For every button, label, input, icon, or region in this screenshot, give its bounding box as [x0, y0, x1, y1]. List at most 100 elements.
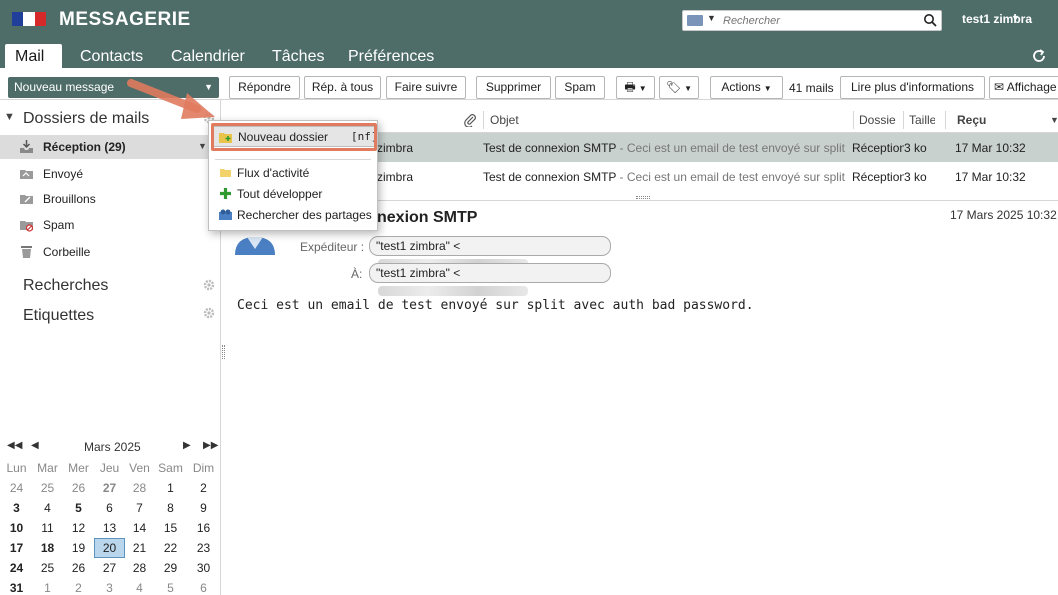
calendar-day[interactable]: 25 [32, 478, 63, 498]
mail-type-icon[interactable] [687, 15, 703, 26]
calendar-day[interactable]: 24 [1, 478, 32, 498]
attachment-icon[interactable] [463, 113, 477, 127]
reply-button[interactable]: Répondre [229, 76, 300, 99]
tags-header[interactable]: Etiquettes [0, 305, 221, 327]
next-year-icon[interactable]: ▶▶ [203, 440, 218, 451]
calendar-day[interactable]: 8 [155, 498, 186, 518]
calendar-day[interactable]: 3 [94, 578, 125, 595]
calendar-day[interactable]: 19 [63, 538, 94, 558]
calendar-day[interactable]: 10 [1, 518, 32, 538]
collapse-arrow-icon[interactable]: ▼ [4, 111, 15, 123]
folder-spam[interactable]: Spam [0, 213, 221, 237]
user-menu[interactable]: test1 zimbra [962, 12, 1032, 26]
calendar-day[interactable]: 4 [32, 498, 63, 518]
calendar-day[interactable]: 5 [155, 578, 186, 595]
folder-inbox[interactable]: Réception (29) ▼ [0, 135, 221, 159]
forward-button[interactable]: Faire suivre [386, 76, 466, 99]
column-separator [903, 111, 904, 129]
searches-header[interactable]: Recherches [0, 275, 221, 297]
calendar-day[interactable]: 4 [124, 578, 155, 595]
calendar-day[interactable]: 13 [94, 518, 125, 538]
search-box[interactable]: ▼ [682, 10, 942, 31]
calendar-day[interactable]: 27 [94, 558, 125, 578]
calendar-day[interactable]: 6 [94, 498, 125, 518]
menu-item-activity-feed[interactable]: Flux d'activité [209, 162, 377, 183]
calendar-day[interactable]: 29 [155, 558, 186, 578]
tags-title: Etiquettes [23, 307, 95, 324]
calendar-day[interactable]: 30 [188, 558, 219, 578]
column-size[interactable]: Taille [909, 113, 935, 127]
pane-resize-handle[interactable] [636, 196, 650, 199]
next-month-icon[interactable]: ▶ [183, 440, 191, 451]
calendar-day[interactable]: 26 [63, 478, 94, 498]
calendar-day[interactable]: 23 [188, 538, 219, 558]
folder-drafts[interactable]: Brouillons [0, 187, 221, 211]
tab-tasks[interactable]: Tâches [262, 44, 334, 68]
tag-button[interactable]: 🏷 ▼ [659, 76, 699, 99]
column-folder[interactable]: Dossie [859, 113, 896, 127]
search-icon[interactable] [923, 13, 937, 27]
refresh-icon[interactable] [1030, 47, 1048, 65]
folder-sent[interactable]: Envoyé [0, 162, 221, 186]
calendar-day[interactable]: 21 [124, 538, 155, 558]
calendar-day[interactable]: 7 [124, 498, 155, 518]
menu-item-label: Tout développer [237, 187, 323, 201]
calendar-today[interactable]: 20 [94, 538, 125, 558]
sort-arrow-icon[interactable]: ▼ [1050, 115, 1058, 125]
calendar-day[interactable]: 9 [188, 498, 219, 518]
chevron-down-icon[interactable]: ▼ [1011, 13, 1020, 23]
row-folder: Réception [852, 141, 904, 155]
calendar-day[interactable]: 5 [63, 498, 94, 518]
reading-pane: nexion SMTP 17 Mars 2025 10:32 Expéditeu… [227, 200, 1058, 595]
prev-month-icon[interactable]: ◀ [31, 440, 39, 451]
sidebar-resize-handle[interactable] [222, 345, 225, 359]
gear-icon[interactable] [203, 279, 215, 291]
calendar-day[interactable]: 1 [32, 578, 63, 595]
search-input[interactable] [723, 13, 919, 29]
calendar-day[interactable]: 3 [1, 498, 32, 518]
calendar-day[interactable]: 26 [63, 558, 94, 578]
actions-button[interactable]: Actions ▼ [710, 76, 783, 99]
calendar-day[interactable]: 2 [63, 578, 94, 595]
tab-mail[interactable]: Mail [5, 44, 62, 68]
tab-contacts[interactable]: Contacts [70, 44, 153, 68]
calendar-day[interactable]: 14 [124, 518, 155, 538]
folder-trash[interactable]: Corbeille [0, 240, 221, 264]
calendar-day[interactable]: 2 [188, 478, 219, 498]
calendar-day[interactable]: 28 [124, 478, 155, 498]
column-received[interactable]: Reçu [957, 113, 986, 127]
calendar-day[interactable]: 6 [188, 578, 219, 595]
calendar-day[interactable]: 28 [124, 558, 155, 578]
print-button[interactable]: 🖶 ▼ [616, 76, 655, 99]
calendar-day[interactable]: 27 [94, 478, 125, 498]
calendar-day[interactable]: 12 [63, 518, 94, 538]
menu-item-find-shares[interactable]: Rechercher des partages [209, 204, 377, 225]
calendar-day[interactable]: 25 [32, 558, 63, 578]
row-received: 17 Mar 10:32 [955, 141, 1026, 155]
calendar-day[interactable]: 22 [155, 538, 186, 558]
spam-button[interactable]: Spam [555, 76, 605, 99]
calendar-day[interactable]: 17 [1, 538, 32, 558]
folder-label: Corbeille [43, 245, 91, 259]
tab-preferences[interactable]: Préférences [338, 44, 444, 68]
calendar-day[interactable]: 1 [155, 478, 186, 498]
calendar-day[interactable]: 16 [188, 518, 219, 538]
calendar-day[interactable]: 24 [1, 558, 32, 578]
delete-button[interactable]: Supprimer [476, 76, 551, 99]
tab-calendar[interactable]: Calendrier [161, 44, 255, 68]
calendar-day[interactable]: 15 [155, 518, 186, 538]
read-more-button[interactable]: Lire plus d'informations [840, 76, 985, 99]
calendar-day[interactable]: 31 [1, 578, 32, 595]
column-subject[interactable]: Objet [490, 113, 519, 127]
gear-icon[interactable] [203, 307, 215, 319]
calendar-day[interactable]: 18 [32, 538, 63, 558]
chevron-down-icon[interactable]: ▼ [198, 141, 207, 151]
sender-address[interactable]: "test1 zimbra" < [369, 236, 611, 269]
to-address[interactable]: "test1 zimbra" < [369, 263, 611, 296]
menu-item-expand-all[interactable]: Tout développer [209, 183, 377, 204]
prev-year-icon[interactable]: ◀◀ [7, 440, 22, 451]
reply-all-button[interactable]: Rép. à tous [304, 76, 381, 99]
chevron-down-icon[interactable]: ▼ [707, 13, 716, 23]
display-button[interactable]: ✉ Affichage [989, 76, 1058, 99]
calendar-day[interactable]: 11 [32, 518, 63, 538]
